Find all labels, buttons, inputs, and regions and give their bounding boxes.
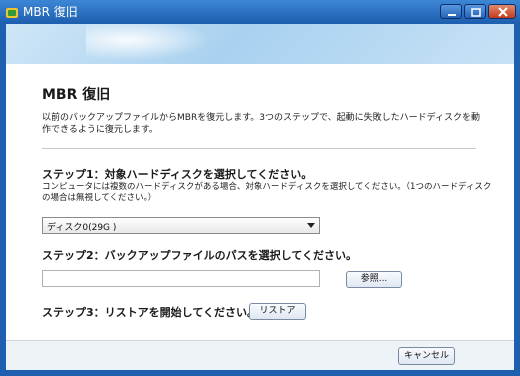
header-banner (6, 24, 514, 64)
maximize-icon (471, 8, 481, 17)
page-description: 以前のバックアップファイルからMBRを復元します。3つのステップで、起動に失敗し… (42, 113, 481, 135)
divider (42, 148, 476, 149)
close-button[interactable] (488, 4, 516, 19)
content-panel: MBR 復旧 以前のバックアップファイルからMBRを復元します。3つのステップで… (6, 64, 514, 340)
minimize-button[interactable] (440, 4, 462, 19)
step3-label: ステップ3：リストアを開始してください。 (42, 306, 258, 319)
chevron-down-icon (307, 223, 315, 228)
title-bar[interactable]: MBR 復旧 (0, 0, 520, 24)
restore-button[interactable]: リストア (249, 303, 306, 320)
window-title: MBR 復旧 (23, 5, 78, 19)
cancel-button[interactable]: キャンセル (398, 347, 455, 365)
backup-path-input[interactable] (42, 270, 320, 287)
page-title: MBR 復旧 (42, 87, 111, 103)
minimize-icon (448, 14, 456, 16)
disk-select[interactable]: ディスク0(29G ) (42, 217, 320, 234)
mbr-restore-window: MBR 復旧 MBR 復旧 以前のバックアップファイルからMBRを復元します。3… (0, 0, 520, 376)
maximize-button[interactable] (464, 4, 486, 19)
disk-select-value: ディスク0(29G ) (47, 223, 117, 233)
step1-description: コンピュータには複数のハードディスクがある場合、対象ハードディスクを選択してくだ… (42, 182, 492, 203)
banner-decoration (86, 24, 226, 64)
close-icon (498, 7, 508, 17)
step2-label: ステップ2：バックアップファイルのパスを選択してください。 (42, 249, 357, 262)
step1-label: ステップ1：対象ハードディスクを選択してください。 (42, 168, 313, 181)
app-logo-icon (5, 5, 19, 19)
footer-bar: キャンセル (6, 340, 514, 370)
browse-button[interactable]: 参照... (346, 271, 402, 288)
